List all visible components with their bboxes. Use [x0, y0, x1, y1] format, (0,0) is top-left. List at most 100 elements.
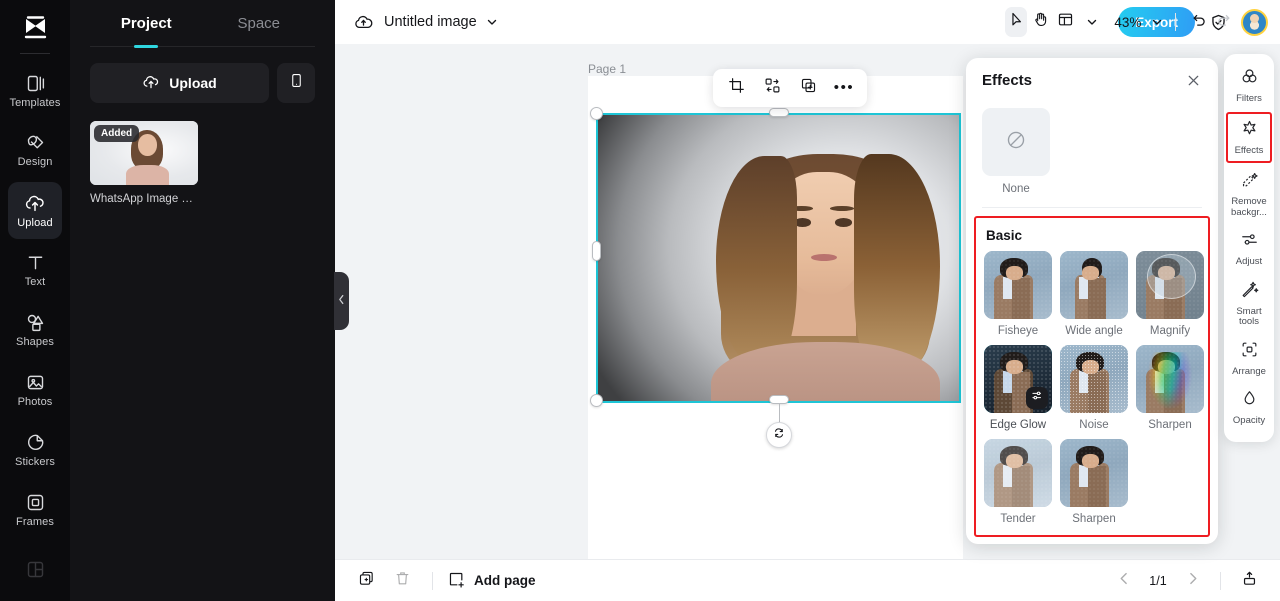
- add-page-button[interactable]: Add page: [448, 571, 536, 591]
- redo-arrow-icon: [1215, 11, 1232, 33]
- tool-adjust[interactable]: Adjust: [1226, 225, 1272, 273]
- add-page-label: Add page: [474, 573, 536, 588]
- effect-label: Edge Glow: [989, 419, 1047, 431]
- sidebar-item-design[interactable]: Design: [8, 122, 62, 179]
- page-label: Page 1: [588, 62, 627, 76]
- left-icon-rail: Templates Design Upload Text Shapes Phot…: [0, 0, 70, 601]
- duplicate-page-button[interactable]: [351, 567, 381, 595]
- more-button[interactable]: •••: [829, 73, 859, 103]
- user-avatar[interactable]: [1241, 8, 1268, 36]
- effect-item-tender[interactable]: Tender: [984, 439, 1052, 525]
- resize-handle-bottom-center[interactable]: [769, 395, 789, 404]
- redo-button[interactable]: [1213, 7, 1235, 37]
- export-upload-icon: [1241, 570, 1258, 592]
- asset-thumbnail[interactable]: Added: [90, 121, 198, 185]
- effects-sparkle-icon: [1240, 119, 1259, 143]
- hand-icon: [1032, 11, 1049, 33]
- sidebar-item-photos[interactable]: Photos: [8, 362, 62, 419]
- sidebar-item-text[interactable]: Text: [8, 242, 62, 299]
- chevron-down-icon[interactable]: [486, 16, 498, 28]
- tool-effects[interactable]: Effects: [1226, 111, 1272, 164]
- resize-handle-top-center[interactable]: [769, 108, 789, 117]
- sidebar-item-frames[interactable]: Frames: [8, 481, 62, 538]
- tool-smart-tools[interactable]: Smart tools: [1226, 275, 1272, 333]
- list-item[interactable]: Added WhatsApp Image 20...: [90, 121, 198, 205]
- effect-thumbnail: [1136, 345, 1204, 413]
- sidebar-item-shapes[interactable]: Shapes: [8, 302, 62, 359]
- effects-panel-header: Effects: [966, 58, 1218, 102]
- effect-none-label: None: [1002, 183, 1030, 195]
- crop-button[interactable]: [721, 73, 751, 103]
- tab-project[interactable]: Project: [90, 0, 203, 46]
- sidebar-item-stickers[interactable]: Stickers: [8, 421, 62, 478]
- right-tool-rail: Filters Effects Remove backgr... Adjust …: [1224, 54, 1274, 442]
- tool-filters[interactable]: Filters: [1226, 62, 1272, 110]
- sidebar-item-label: Design: [17, 156, 53, 169]
- select-tool-button[interactable]: [1005, 7, 1028, 37]
- sidebar-item-templates[interactable]: Templates: [8, 62, 62, 119]
- view-layout-button[interactable]: [1054, 7, 1076, 37]
- delete-page-button[interactable]: [387, 567, 417, 595]
- section-title: Basic: [986, 228, 1023, 243]
- effect-none-button[interactable]: [982, 108, 1050, 176]
- effect-adjust-badge[interactable]: [1026, 387, 1048, 409]
- canvas-portrait-image: [598, 115, 959, 401]
- view-chevron-down-icon[interactable]: [1086, 16, 1098, 28]
- upload-cloud-icon: [24, 192, 46, 214]
- effect-item-wide-angle[interactable]: Wide angle: [1060, 251, 1128, 337]
- tool-arrange[interactable]: Arrange: [1226, 335, 1272, 383]
- bottom-divider: [432, 571, 433, 590]
- effect-item-fisheye[interactable]: Fisheye: [984, 251, 1052, 337]
- tool-label: Remove backgr...: [1231, 196, 1267, 218]
- replace-button[interactable]: [757, 73, 787, 103]
- opacity-drop-icon: [1240, 389, 1259, 413]
- sidebar-item-label: Templates: [9, 96, 61, 109]
- upload-button[interactable]: Upload: [90, 63, 269, 103]
- bottom-divider-2: [1220, 571, 1221, 590]
- effect-item-sharpen-2[interactable]: Sharpen: [1060, 439, 1128, 525]
- resize-handle-middle-left[interactable]: [592, 241, 601, 261]
- asset-list: Added WhatsApp Image 20...: [70, 103, 335, 205]
- effects-grid: Fisheye Wide angle Magnify Edge Glow Noi…: [984, 251, 1204, 525]
- rotate-handle[interactable]: [766, 422, 792, 448]
- close-icon[interactable]: [1182, 69, 1204, 91]
- undo-button[interactable]: [1188, 7, 1210, 37]
- document-title[interactable]: Untitled image: [384, 14, 477, 30]
- effect-item-noise[interactable]: Noise: [1060, 345, 1128, 431]
- zoom-level[interactable]: 43%: [1114, 15, 1141, 30]
- prev-page-button[interactable]: [1109, 567, 1139, 595]
- effect-item-magnify[interactable]: Magnify: [1136, 251, 1204, 337]
- duplicate-icon: [800, 77, 817, 99]
- panel-collapse-handle[interactable]: [334, 272, 349, 330]
- tool-label: Adjust: [1235, 256, 1263, 268]
- resize-handle-top-left[interactable]: [590, 107, 603, 120]
- duplicate-button[interactable]: [793, 73, 823, 103]
- layout-grid-icon: [1057, 11, 1074, 33]
- zoom-chevron-down-icon[interactable]: [1151, 16, 1163, 28]
- capcut-logo[interactable]: [13, 8, 57, 47]
- upload-cloud-icon: [142, 73, 160, 94]
- effect-item-sharpen[interactable]: Sharpen: [1136, 345, 1204, 431]
- arrange-icon: [1240, 340, 1259, 364]
- tool-opacity[interactable]: Opacity: [1226, 384, 1272, 432]
- tab-space[interactable]: Space: [203, 0, 316, 46]
- tool-remove-background[interactable]: Remove backgr...: [1226, 165, 1272, 223]
- sidebar-item-label: Upload: [17, 216, 53, 229]
- next-page-button[interactable]: [1177, 567, 1207, 595]
- effect-item-edge-glow[interactable]: Edge Glow: [984, 345, 1052, 431]
- resize-handle-bottom-left[interactable]: [590, 394, 603, 407]
- photos-icon: [25, 372, 46, 393]
- hand-tool-button[interactable]: [1029, 7, 1051, 37]
- sidebar-item-upload[interactable]: Upload: [8, 181, 62, 239]
- export-page-button[interactable]: [1234, 567, 1264, 595]
- bottom-toolbar: Add page 1/1: [335, 559, 1280, 601]
- sidebar-item-more[interactable]: [8, 541, 62, 598]
- effect-label: Tender: [1000, 513, 1036, 525]
- cloud-saved-icon: [353, 12, 374, 33]
- rotate-stem: [779, 404, 780, 424]
- mobile-upload-button[interactable]: [277, 63, 315, 103]
- effect-label: Wide angle: [1065, 325, 1123, 337]
- selected-image-object[interactable]: [596, 113, 961, 403]
- center-tools: 43%: [1005, 7, 1235, 37]
- panel-tabs: Project Space: [70, 0, 335, 46]
